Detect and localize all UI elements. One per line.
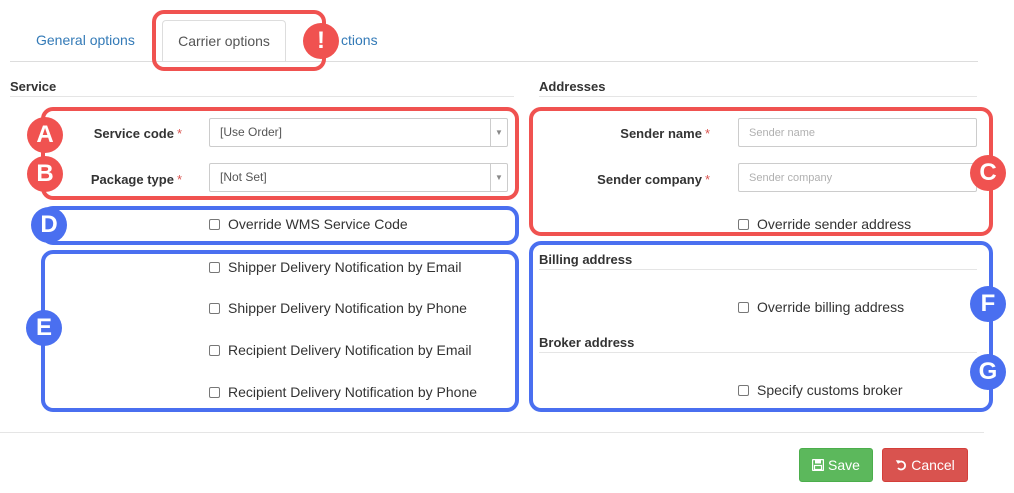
exclamation-badge: ! — [303, 23, 339, 59]
floppy-disk-icon — [811, 459, 825, 472]
badge-d: D — [31, 207, 67, 243]
badge-e: E — [26, 310, 62, 346]
tab-general-options[interactable]: General options — [36, 32, 135, 48]
sender-fields-highlight-frame — [529, 107, 993, 236]
service-section-title: Service — [10, 79, 57, 94]
cancel-button[interactable]: Cancel — [882, 448, 968, 482]
badge-g: G — [970, 354, 1006, 390]
badge-a: A — [27, 117, 63, 153]
save-button[interactable]: Save — [799, 448, 873, 482]
footer-divider — [0, 432, 984, 433]
addresses-section-title: Addresses — [539, 79, 606, 94]
save-label: Save — [828, 457, 860, 473]
addresses-section-rule — [539, 96, 977, 97]
badge-f: F — [970, 286, 1006, 322]
badge-b: B — [27, 156, 63, 192]
override-wms-highlight-frame — [41, 206, 519, 245]
service-fields-highlight-frame — [41, 107, 519, 200]
carrier-tab-highlight-frame — [152, 10, 326, 71]
notifications-highlight-frame — [41, 250, 519, 412]
cancel-label: Cancel — [911, 457, 955, 473]
billing-broker-highlight-frame — [529, 241, 993, 412]
badge-c: C — [970, 155, 1006, 191]
service-section-rule — [10, 96, 514, 97]
undo-icon — [896, 460, 907, 471]
tab-instructions-label: ctions — [341, 32, 378, 48]
